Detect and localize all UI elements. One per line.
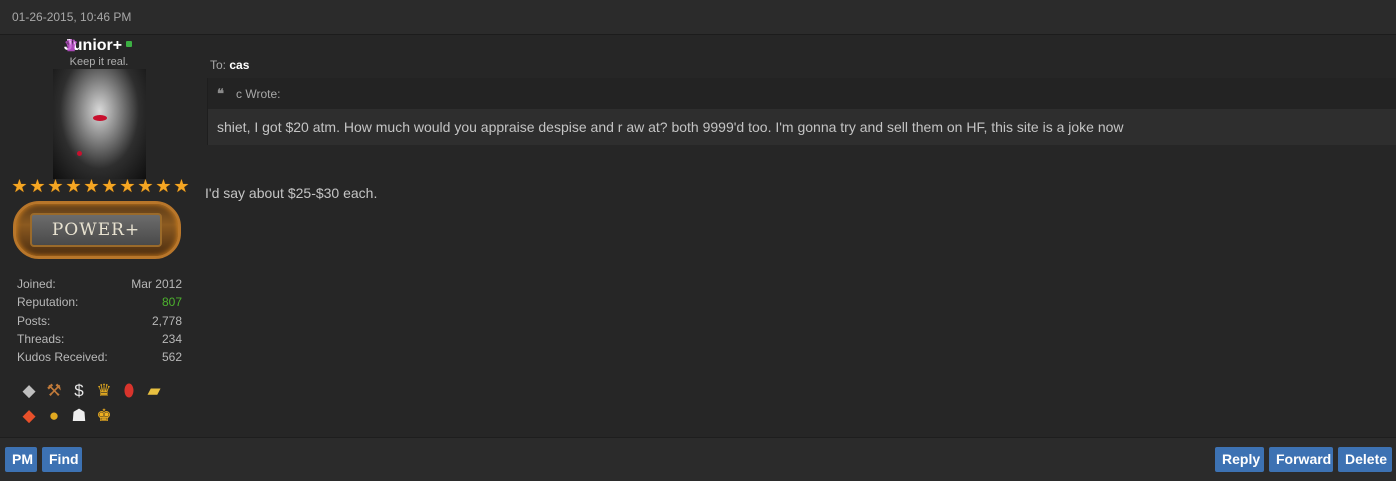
avatar-lips bbox=[93, 115, 107, 121]
stormtrooper-icon[interactable]: ☗ bbox=[68, 405, 90, 427]
trophy-icon[interactable]: ♛ bbox=[93, 380, 115, 402]
stat-threads: Threads: 234 bbox=[17, 330, 182, 348]
author-sidebar: ♛ Junior+ Keep it real. ★ ★ ★ ★ ★ ★ ★ ★ ★ ★ POWER… bbox=[0, 35, 196, 437]
stat-label: Kudos Received: bbox=[17, 350, 108, 365]
awards: ◆ ⚒ $ ♛ ⬮ ▰ ◆ ● ☗ ♚ bbox=[18, 380, 188, 430]
stat-value: Mar 2012 bbox=[131, 277, 182, 291]
avatar-nail bbox=[77, 151, 82, 156]
delete-button[interactable]: Delete bbox=[1338, 447, 1392, 472]
rank-star-icon: ★ bbox=[29, 176, 46, 196]
stat-label: Posts: bbox=[17, 313, 51, 328]
gold-bar-icon[interactable]: ▰ bbox=[143, 380, 165, 402]
group-badge: POWER+ bbox=[13, 201, 181, 259]
red-diamond-icon[interactable]: ◆ bbox=[18, 405, 40, 427]
username-sparkle-icon: ♛ bbox=[64, 38, 79, 55]
post-date: 01-26-2015, 10:46 PM bbox=[12, 10, 132, 24]
crown-k-icon[interactable]: ♚ bbox=[93, 405, 115, 427]
rank-star-icon: ★ bbox=[65, 176, 82, 196]
to-line: To: cas bbox=[210, 58, 1396, 72]
rank-stars: ★ ★ ★ ★ ★ ★ ★ ★ ★ ★ bbox=[11, 176, 190, 196]
awards-row: ◆ ⚒ $ ♛ ⬮ ▰ bbox=[18, 380, 188, 404]
stat-value: 562 bbox=[161, 350, 182, 365]
post-actions-bar: PM Find Reply Forward Delete bbox=[0, 437, 1396, 481]
quote-author: c Wrote: bbox=[236, 87, 281, 101]
forward-button[interactable]: Forward bbox=[1269, 447, 1333, 472]
to-user-link[interactable]: cas bbox=[229, 58, 249, 72]
pill-icon[interactable]: ⬮ bbox=[118, 380, 140, 402]
post-message: I'd say about $25-$30 each. bbox=[205, 185, 378, 201]
rank-star-icon: ★ bbox=[155, 176, 172, 196]
reputation-link[interactable]: 807 bbox=[162, 293, 182, 311]
hammer-icon[interactable]: ⚒ bbox=[43, 380, 65, 402]
gold-medal-icon[interactable]: ● bbox=[43, 405, 65, 427]
rank-star-icon: ★ bbox=[173, 176, 190, 196]
stat-value: 2,778 bbox=[151, 313, 182, 328]
pm-button[interactable]: PM bbox=[5, 447, 37, 472]
stat-posts: Posts: 2,778 bbox=[17, 312, 182, 330]
reply-button[interactable]: Reply bbox=[1215, 447, 1264, 472]
diamond-icon[interactable]: ◆ bbox=[18, 380, 40, 402]
stat-reputation: Reputation: 807 bbox=[17, 293, 182, 311]
rank-star-icon: ★ bbox=[101, 176, 118, 196]
quote-header: ❝ c Wrote: bbox=[208, 78, 1396, 109]
find-button[interactable]: Find bbox=[42, 447, 82, 472]
stat-label: Joined: bbox=[17, 277, 56, 291]
stat-kudos: Kudos Received: 562 bbox=[17, 348, 182, 366]
stat-joined: Joined: Mar 2012 bbox=[17, 275, 182, 293]
stat-value: 234 bbox=[161, 331, 182, 346]
rank-star-icon: ★ bbox=[137, 176, 154, 196]
username-link[interactable]: ♛ Junior+ bbox=[0, 37, 196, 55]
author-stats: Joined: Mar 2012 Reputation: 807 Posts: … bbox=[17, 275, 182, 366]
rank-star-icon: ★ bbox=[83, 176, 100, 196]
group-badge-label: POWER+ bbox=[30, 213, 162, 247]
stat-label: Threads: bbox=[17, 331, 65, 346]
rank-star-icon: ★ bbox=[11, 176, 28, 196]
post-header: 01-26-2015, 10:46 PM bbox=[0, 0, 1396, 35]
quote-text: shiet, I got $20 atm. How much would you… bbox=[217, 119, 1124, 135]
quote-icon: ❝ bbox=[217, 87, 224, 102]
quote-block: ❝ c Wrote: shiet, I got $20 atm. How muc… bbox=[207, 78, 1396, 145]
money-bag-icon[interactable]: $ bbox=[68, 380, 90, 402]
rank-star-icon: ★ bbox=[47, 176, 64, 196]
stat-label: Reputation: bbox=[17, 295, 79, 310]
rank-star-icon: ★ bbox=[119, 176, 136, 196]
awards-row: ◆ ● ☗ ♚ bbox=[18, 405, 188, 429]
post-content: To: cas ❝ c Wrote: shiet, I got $20 atm.… bbox=[205, 58, 1396, 201]
online-status-icon bbox=[126, 40, 133, 47]
to-label: To: bbox=[210, 58, 227, 72]
user-title: Keep it real. bbox=[69, 56, 129, 68]
avatar[interactable] bbox=[53, 69, 146, 179]
